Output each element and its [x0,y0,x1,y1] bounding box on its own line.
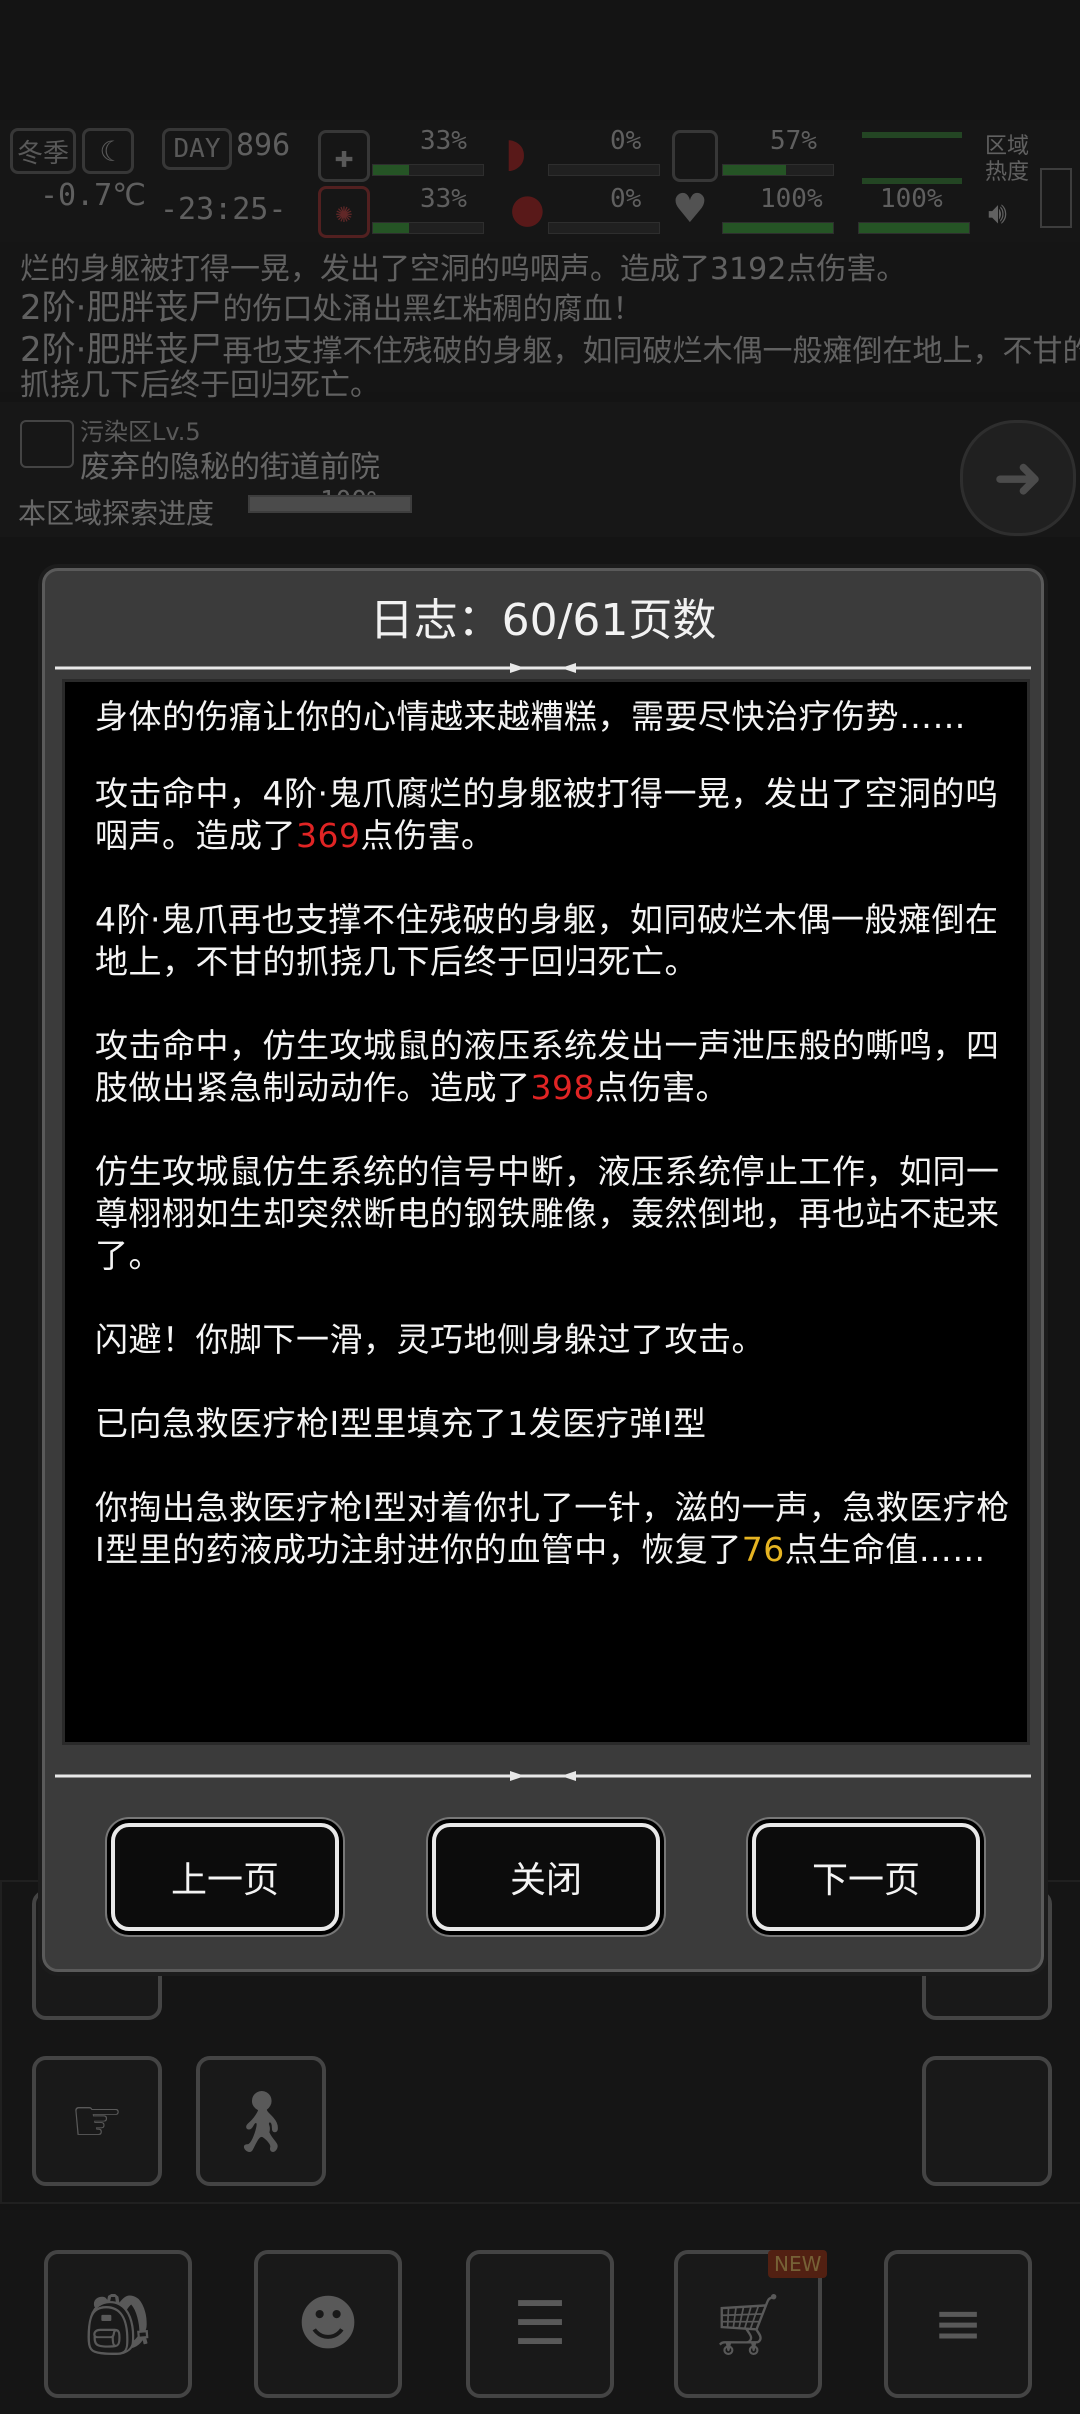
temperature: -0.7℃ [40,178,146,213]
log-content[interactable]: 身体的伤痛让你的心情越来越糟糕，需要尽快治疗伤势…… 攻击命中，4阶·鬼爪腐烂的… [62,679,1030,1745]
log-entry: 闪避！你脚下一滑，灵巧地侧身躲过了攻击。 [95,1320,765,1359]
bottom-nav: 🎒︎ ☻ ☰ 🛒︎ NEW ≡ [0,2210,1080,2414]
region-heat-label: 区域 热度 [985,134,1030,185]
arrow-right-icon[interactable]: ➜ [960,420,1076,536]
stat-4-bottom-bar [858,222,970,234]
prev-page-button[interactable]: 上一页 [111,1823,339,1931]
log-entry: 身体的伤痛让你的心情越来越糟糕，需要尽快治疗伤势…… [95,697,966,736]
brain-icon[interactable]: ☻ [254,2250,402,2398]
stat-2-top: 0% [610,126,642,156]
damage-number: 398 [530,1068,595,1107]
heal-number: 76 [741,1530,785,1569]
stat-3-bottom-bar [722,222,834,234]
soldier-icon[interactable] [922,2056,1052,2186]
log-entry: 你掏出急救医疗枪I型对着你扎了一针，滋的一声，急救医疗枪I型里的药液成功注射进你… [95,1487,1010,1571]
log-dialog: 日志：60/61页数 身体的伤痛让你的心情越来越糟糕，需要尽快治疗伤势…… 攻击… [42,568,1044,1972]
log-entry: 攻击命中，4阶·鬼爪腐烂的身躯被打得一晃，发出了空洞的呜咽声。造成了369点伤害… [95,773,1010,857]
notebook-icon[interactable]: ☰ [466,2250,614,2398]
zone-progress-label: 本区域探索进度 [18,497,215,530]
log-entry: 仿生攻城鼠仿生系统的信号中断，液压系统停止工作，如同一尊栩栩如生却突然断电的钢铁… [95,1152,1000,1275]
log-entry: 已向急救医疗枪I型里填充了1发医疗弹I型 [95,1404,707,1443]
status-hud: 冬季 ☾ -0.7℃ DAY 896 -23:25- ✚ 33% ✺ 33% ◗… [0,120,1080,242]
clock: -23:25- [160,192,287,227]
water-drop-icon: ● [510,186,545,232]
zone-info: 污染区Lv.5 废弃的隐秘的街道前院 本区域探索进度 100% ➜ [0,402,1080,537]
medkit-icon: ✚ [318,130,370,182]
walk-icon[interactable]: 🚶︎ [196,2056,326,2186]
menu-icon[interactable]: ≡ [884,2250,1032,2398]
bg-log-line: 抓挠几下后终于回归死亡。 [20,368,380,403]
stat-3-bottom: 100% [760,184,823,214]
log-entry: 攻击命中，仿生攻城鼠的液压系统发出一声泄压般的嘶鸣，四肢做出紧急制动动作。造成了… [95,1025,1010,1109]
background-combat-log: 烂的身躯被打得一晃，发出了空洞的呜咽声。造成了3192点伤害。 2阶·肥胖丧尸的… [0,242,1080,403]
heart-icon: ♥ [672,186,708,232]
day-number: 896 [236,128,291,163]
next-page-button[interactable]: 下一页 [752,1823,980,1931]
log-text: 点伤害。 [360,816,495,855]
log-text: 点生命值…… [784,1530,986,1569]
damage-number: 369 [296,816,361,855]
stomach-icon: ◗ [505,130,527,176]
zone-progress-bar [248,495,412,513]
dialog-title: 日志：60/61页数 [369,595,717,646]
new-badge: NEW [768,2250,828,2278]
log-text: 点伤害。 [595,1068,729,1107]
tap-icon[interactable]: ☞ [32,2056,162,2186]
bottom-divider [55,1771,1031,1781]
log-text: 攻击命中，4阶·鬼爪腐烂的身躯被打得一晃，发出了空洞的呜咽声。造成了 [95,774,999,855]
stat-1-top-bar [372,164,484,176]
region-heat-gauge [1040,168,1072,228]
stat-3-top-bar [722,164,834,176]
backpack-icon[interactable]: 🎒︎ [44,2250,192,2398]
day-label: DAY [162,128,232,170]
sound-icon[interactable]: 🔊︎ [988,196,1007,231]
log-entries: 身体的伤痛让你的心情越来越糟糕，需要尽快治疗伤势…… 攻击命中，4阶·鬼爪腐烂的… [95,696,1010,1613]
log-entry: 4阶·鬼爪再也支撑不住残破的身躯，如同破烂木偶一般瘫倒在地上，不甘的抓挠几下后终… [95,900,999,981]
moon-icon: ☾ [82,128,134,174]
stat-2-top-bar [548,164,660,176]
stat-1-bottom: 33% [420,184,467,214]
stat-1-top: 33% [420,126,467,156]
zone-name: 废弃的隐秘的街道前院 [80,450,380,485]
stat-2-bottom: 0% [610,184,642,214]
top-divider [55,663,1031,673]
lungs-icon [672,130,718,182]
stat-4-bottom: 100% [880,184,943,214]
stat-3-top: 57% [770,126,817,156]
stat-1-bottom-bar [372,222,484,234]
close-button[interactable]: 关闭 [432,1823,660,1931]
stat-4-indicator [862,132,962,184]
season-label: 冬季 [16,138,69,169]
stat-2-bottom-bar [548,222,660,234]
season-badge: 冬季 [10,128,76,174]
zone-icon [20,420,74,468]
brain-icon: ✺ [318,186,370,238]
